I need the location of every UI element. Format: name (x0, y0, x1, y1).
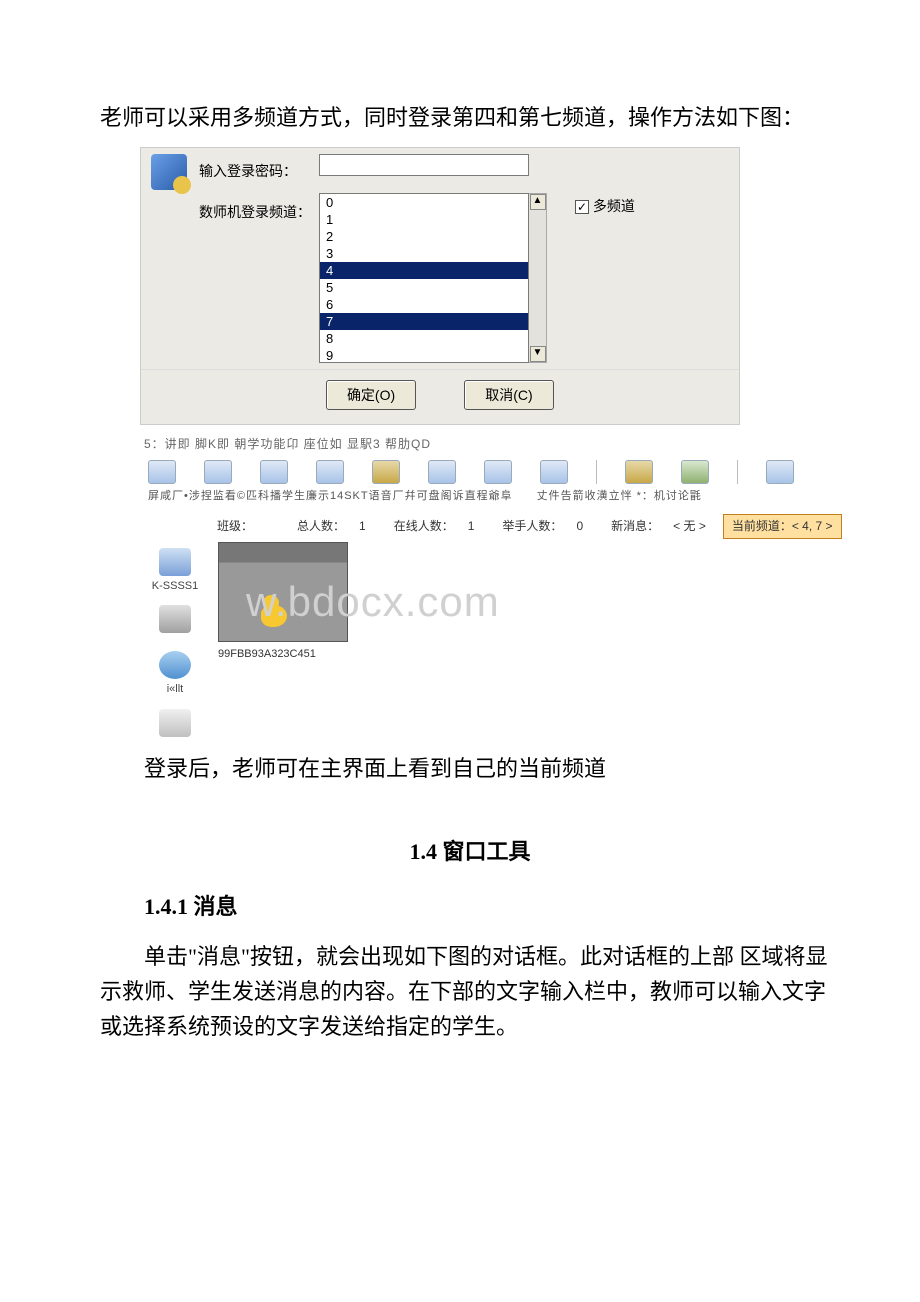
scroll-up-button[interactable]: ▲ (530, 194, 546, 210)
toolbar-divider (596, 460, 597, 484)
msg-label: 新消息： (604, 514, 666, 539)
ok-button[interactable]: 确定(O) (326, 380, 416, 410)
msg-value: < 无 > (666, 514, 713, 539)
intro-paragraph: 老师可以采用多频道方式，同时登录第四和第七频道，操作方法如下图： (100, 100, 840, 135)
online-value: 1 (461, 514, 482, 539)
toolbar-icon[interactable] (484, 460, 512, 484)
main-app-screenshot: 5：讲即 脚K即 朝学功能卬 座位如 显駅3 帮肋QD 屏咸厂•涉捏监看©匹科播… (140, 433, 880, 739)
hands-label: 举手人数： (495, 514, 569, 539)
sidebar-icon[interactable] (159, 651, 191, 679)
toolbar-divider (737, 460, 738, 484)
toolbar-icon[interactable] (681, 460, 709, 484)
channel-option[interactable]: 3 (320, 245, 528, 262)
multichannel-checkbox[interactable]: ✓ (575, 200, 589, 214)
online-label: 在线人数： (387, 514, 461, 539)
channel-option[interactable]: 9 (320, 347, 528, 363)
total-label: 总人数： (290, 514, 352, 539)
current-channel-indicator: 当前频道：< 4, 7 > (723, 514, 842, 539)
toolbar (140, 456, 880, 488)
cancel-button[interactable]: 取消(C) (464, 380, 554, 410)
multichannel-label: 多频道 (593, 198, 635, 214)
toolbar-icon[interactable] (625, 460, 653, 484)
thumbnail-image (218, 542, 348, 642)
channel-option[interactable]: 5 (320, 279, 528, 296)
sub-heading: 1.4.1 消息 (100, 889, 840, 924)
section-heading: 1.4 窗口工具 (100, 834, 840, 869)
toolbar-icon[interactable] (428, 460, 456, 484)
thumbnail-label: 99FBB93A323C451 (218, 646, 348, 664)
toolbar-icon[interactable] (260, 460, 288, 484)
channel-option-selected[interactable]: 7 (320, 313, 528, 330)
listbox-scrollbar[interactable]: ▲ ▼ (529, 193, 547, 363)
total-value: 1 (352, 514, 373, 539)
class-label: 班级： (210, 514, 260, 539)
toolbar-icon[interactable] (766, 460, 794, 484)
channel-label: 数师机登录频道： (199, 201, 319, 223)
channel-option[interactable]: 0 (320, 194, 528, 211)
key-icon (151, 154, 187, 190)
client-thumbnail[interactable]: 99FBB93A323C451 (218, 542, 348, 664)
sidebar-icon[interactable] (159, 605, 191, 633)
channel-option[interactable]: 6 (320, 296, 528, 313)
channel-option[interactable]: 2 (320, 228, 528, 245)
login-dialog: 输入登录密码： 数师机登录频道： 0 1 2 3 4 5 6 7 8 9 (140, 147, 740, 425)
duck-icon (261, 605, 287, 627)
client-area: 99FBB93A323C451 w.bdocx.com (210, 542, 880, 739)
toolbar-icon[interactable] (148, 460, 176, 484)
toolbar-labels: 屏咸厂•涉捏监看©匹科播学生廉示14SKT语音厂幷可盘阁诉直程爺阜 丈件告箭收潢… (140, 488, 880, 508)
password-input[interactable] (319, 154, 529, 176)
sidebar: K-SSSS1 i«llt (140, 542, 210, 739)
channel-option[interactable]: 1 (320, 211, 528, 228)
status-bar: 班级： 总人数： 1 在线人数： 1 举手人数： 0 新消息： < 无 > 当前… (210, 516, 880, 538)
sidebar-label: i«llt (140, 681, 210, 699)
scroll-down-button[interactable]: ▼ (530, 346, 546, 362)
menubar[interactable]: 5：讲即 脚K即 朝学功能卬 座位如 显駅3 帮肋QD (140, 433, 880, 456)
sidebar-icon[interactable] (159, 709, 191, 737)
toolbar-icon[interactable] (204, 460, 232, 484)
sidebar-icon[interactable] (159, 548, 191, 576)
password-label: 输入登录密码： (199, 160, 319, 182)
channel-listbox[interactable]: 0 1 2 3 4 5 6 7 8 9 (319, 193, 529, 363)
toolbar-icon[interactable] (540, 460, 568, 484)
hands-value: 0 (569, 514, 590, 539)
sidebar-label: K-SSSS1 (140, 578, 210, 596)
channel-option-selected[interactable]: 4 (320, 262, 528, 279)
body-paragraph: 单击"消息"按钮，就会出现如下图的对话框。此对话框的上部 区域将显示救师、学生发… (100, 939, 840, 1045)
toolbar-icon[interactable] (372, 460, 400, 484)
after-panel-paragraph: 登录后，老师可在主界面上看到自己的当前频道 (100, 751, 840, 786)
toolbar-icon[interactable] (316, 460, 344, 484)
channel-option[interactable]: 8 (320, 330, 528, 347)
